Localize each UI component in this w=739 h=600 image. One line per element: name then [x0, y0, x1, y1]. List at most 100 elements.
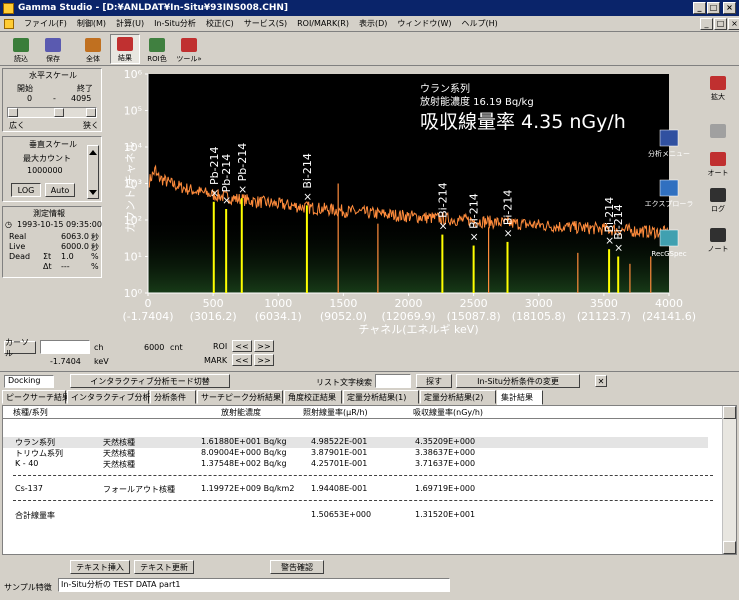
roi-prev-button[interactable]: << [232, 340, 252, 352]
x-energy-label: (3016.2) [190, 310, 237, 323]
toolbar-label: ROI色 [147, 55, 167, 63]
toolbar-save-button[interactable]: 保存 [38, 34, 68, 64]
update-text-button[interactable]: テキスト更新 [134, 560, 194, 574]
docking-field[interactable]: Docking [4, 375, 54, 388]
tab-7[interactable]: 集計結果 [497, 390, 543, 405]
table-row[interactable]: 合計線量率 1.50653E+000 1.31520E+001 [3, 510, 708, 521]
kev-value: -1.7404 [50, 357, 81, 366]
side-log-button[interactable]: ログ [702, 182, 734, 214]
side-note-button[interactable]: ノート [702, 222, 734, 254]
table-header: 核種/系列 放射能濃度 照射線量率(μR/h) 吸収線量率(nGy/h) [3, 406, 723, 419]
menu-item-2[interactable]: 計算(U) [116, 18, 144, 29]
toolbar-label: ツール» [176, 55, 202, 63]
menu-item-8[interactable]: ウィンドウ(W) [397, 18, 451, 29]
cursor-button[interactable]: カーソル [4, 338, 36, 358]
close-button[interactable]: × [723, 2, 736, 14]
toolbar-tool-button[interactable]: ツール» [174, 34, 204, 64]
table-row[interactable]: ウラン系列 天然核種 1.61880E+001 Bq/kg 4.98522E-001 4… [3, 437, 708, 448]
full-view-icon [85, 38, 101, 52]
minimize-button[interactable]: _ [693, 2, 706, 14]
insert-text-button[interactable]: テキスト挿入 [70, 560, 130, 574]
slider-right-arrow[interactable] [86, 108, 96, 117]
y-tick-label: 10⁰ [124, 287, 143, 300]
mark-next-button[interactable]: >> [254, 354, 274, 366]
log-button[interactable]: LOG [11, 183, 41, 197]
meas-row-label: Live [9, 242, 26, 251]
tab-3[interactable]: サーチピーク分析結果 [197, 390, 283, 404]
table-cell-abs: 1.31520E+001 [415, 510, 476, 519]
side-zoom-out-button[interactable] [702, 108, 734, 140]
menu-item-1[interactable]: 制御(M) [77, 18, 106, 29]
tab-5[interactable]: 定量分析結果(1) [343, 390, 419, 404]
list-search-input[interactable] [375, 374, 411, 388]
table-row[interactable]: Cs-137 フォールアウト核種 1.19972E+009 Bq/km2 1.9440… [3, 484, 708, 495]
change-condition-button[interactable]: In-Situ分析条件の変更 [456, 374, 580, 388]
menu-item-6[interactable]: ROI/MARK(R) [297, 19, 349, 28]
table-cell-name: Cs-137 [15, 484, 43, 493]
x-tick-label: 1000 [264, 297, 292, 310]
tab-0[interactable]: ピークサーチ結果 [2, 390, 70, 404]
table-header-cell: 放射能濃度 [221, 408, 261, 417]
peak-label: × Bi-214 [468, 193, 481, 241]
menu-item-7[interactable]: 表示(D) [359, 18, 387, 29]
table-cell-name: ウラン系列 [15, 438, 55, 447]
search-button[interactable]: 探す [416, 374, 452, 388]
doc-icon [4, 18, 14, 29]
slider-left-arrow[interactable] [8, 108, 18, 117]
side-auto-button[interactable]: オート [702, 146, 734, 178]
maximize-button[interactable]: □ [707, 2, 720, 14]
toolbar-label: 保存 [46, 55, 60, 63]
side-zoom-in-button[interactable]: 拡大 [702, 70, 734, 102]
table-scrollbar[interactable] [722, 406, 736, 554]
table-cell-conc: 1.19972E+009 Bq/km2 [201, 484, 295, 493]
mark-label: MARK [204, 356, 228, 365]
menu-item-5[interactable]: サービス(S) [244, 18, 287, 29]
warning-confirm-button[interactable]: 警告確認 [270, 560, 324, 574]
x-energy-label: (24141.6) [642, 310, 696, 323]
wide-label: 広く [9, 121, 25, 130]
table-cell-abs: 3.38637E+000 [415, 448, 476, 457]
horizontal-scale-slider[interactable] [7, 107, 97, 118]
table-cell-exp: 4.25701E-001 [311, 459, 368, 468]
tab-1[interactable]: インタラクティブ分析結果 [67, 390, 167, 404]
toolbar-label: 全体 [86, 55, 100, 63]
toolbar-roi-color-button[interactable]: ROI色 [142, 34, 172, 64]
interactive-switch-button[interactable]: インタラクティブ分析モード切替 [70, 374, 230, 388]
menu-item-0[interactable]: ファイル(F) [24, 18, 67, 29]
panel-close-button[interactable]: ✕ [595, 375, 607, 387]
roi-next-button[interactable]: >> [254, 340, 274, 352]
cursor-channel-input[interactable] [40, 340, 90, 354]
toolbar-label: 結果 [118, 54, 132, 62]
spectrum-chart[interactable]: 10⁰10¹10²10³10⁴10⁵10⁶カウント/チャネル0(-1.7404)… [104, 68, 697, 337]
menu-item-4[interactable]: 校正(C) [206, 18, 234, 29]
mark-prev-button[interactable]: << [232, 354, 252, 366]
toolbar-open-file-button[interactable]: 読込 [6, 34, 36, 64]
toolbar-full-view-button[interactable]: 全体 [78, 34, 108, 64]
table-cell-exp: 1.94408E-001 [311, 484, 368, 493]
tab-2[interactable]: 分析条件 [150, 390, 196, 404]
scroll-down-button[interactable] [723, 541, 736, 554]
toolbar: 読込 保存 全体 結果 ROI色 ツール» [0, 33, 739, 66]
x-tick-label: 4000 [655, 297, 683, 310]
open-file-icon [13, 38, 29, 52]
menu-item-9[interactable]: ヘルプ(H) [462, 18, 498, 29]
x-energy-label: (15087.8) [447, 310, 501, 323]
start-value: 0 [27, 94, 33, 103]
roi-color-icon [149, 38, 165, 52]
doc-minimize-button[interactable]: _ [700, 18, 713, 30]
table-row[interactable]: トリウム系列 天然核種 8.09004E+000 Bq/kg 3.87901E-001… [3, 448, 708, 459]
auto-button[interactable]: Auto [45, 183, 75, 197]
scroll-up-button[interactable] [723, 406, 736, 419]
menu-item-3[interactable]: In-Situ分析 [154, 18, 196, 29]
table-row[interactable]: K - 40 天然核種 1.37548E+002 Bq/kg 4.25701E-001… [3, 459, 708, 470]
doc-restore-button[interactable]: □ [714, 18, 727, 30]
vertical-scale-spinner[interactable] [87, 145, 99, 199]
toolbar-alt-result-button[interactable]: 結果 [110, 34, 140, 64]
doc-close-button[interactable]: × [728, 18, 739, 30]
sample-feature-input[interactable]: In-Situ分析の TEST DATA part1 [58, 578, 450, 592]
tab-4[interactable]: 角度校正結果 [284, 390, 342, 404]
result-table: 核種/系列 放射能濃度 照射線量率(μR/h) 吸収線量率(nGy/h) ウラン系列天… [2, 405, 737, 555]
range-dash: - [53, 94, 56, 103]
tab-6[interactable]: 定量分析結果(2) [420, 390, 496, 404]
slider-thumb[interactable] [54, 108, 64, 117]
